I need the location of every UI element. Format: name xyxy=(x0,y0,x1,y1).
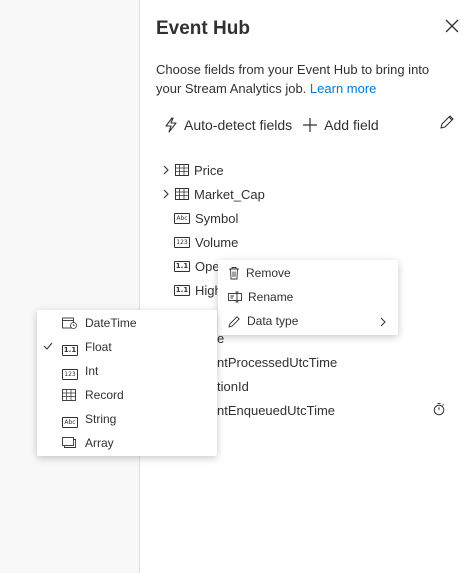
lightning-icon xyxy=(165,117,177,133)
data-type-menu-item[interactable]: Data type xyxy=(228,311,298,331)
field-row-event-enqueued-utc-time[interactable]: ntEnqueuedUtcTime xyxy=(217,400,335,420)
type-label: String xyxy=(85,412,117,426)
type-label: Record xyxy=(85,388,124,402)
field-row-high[interactable]: 1.1 High xyxy=(160,280,222,300)
data-type-submenu: DateTime 1.1 Float 123 Int Record Abc St… xyxy=(37,310,217,456)
learn-more-link[interactable]: Learn more xyxy=(310,81,376,96)
type-option-array[interactable]: Array xyxy=(37,432,217,454)
description-text: Choose fields from your Event Hub to bri… xyxy=(156,62,430,96)
checkmark-icon xyxy=(37,340,59,354)
left-background-pane xyxy=(0,0,139,573)
array-icon xyxy=(62,437,76,448)
panel-description: Choose fields from your Event Hub to bri… xyxy=(156,60,456,98)
trash-icon xyxy=(229,267,239,280)
type-option-record[interactable]: Record xyxy=(37,384,217,406)
type-option-datetime[interactable]: DateTime xyxy=(37,312,217,334)
rename-menu-item[interactable]: Rename xyxy=(228,287,293,307)
field-row-market-cap[interactable]: Market_Cap xyxy=(160,184,265,204)
field-name: ntEnqueuedUtcTime xyxy=(217,402,336,418)
type-label: Array xyxy=(85,436,114,450)
type-label: Int xyxy=(85,364,99,378)
field-name: Price xyxy=(194,162,224,178)
field-name: Symbol xyxy=(195,210,239,226)
field-row-open[interactable]: 1.1 Ope xyxy=(160,256,220,276)
rename-icon xyxy=(228,291,242,303)
auto-detect-fields-button[interactable]: Auto-detect fields xyxy=(164,117,292,133)
edit-pencil-icon[interactable] xyxy=(438,113,456,131)
close-icon[interactable] xyxy=(443,17,461,35)
table-icon xyxy=(175,188,189,200)
field-row-partition-id[interactable]: tionId xyxy=(217,376,249,396)
auto-detect-label: Auto-detect fields xyxy=(184,117,293,133)
field-row-price[interactable]: Price xyxy=(160,160,224,180)
field-name: Ope xyxy=(195,258,220,274)
type-label: DateTime xyxy=(85,316,137,330)
field-row-volume[interactable]: 123 Volume xyxy=(160,232,238,252)
datetime-icon xyxy=(62,317,77,329)
field-row-event-processed-utc-time[interactable]: ntProcessedUtcTime xyxy=(217,352,337,372)
type-option-float[interactable]: 1.1 Float xyxy=(37,336,217,358)
chevron-right-icon[interactable] xyxy=(160,188,172,200)
add-field-label: Add field xyxy=(324,117,379,133)
table-icon xyxy=(175,164,189,176)
timer-icon xyxy=(433,403,445,416)
field-context-menu: Remove Rename Data type xyxy=(218,260,398,335)
add-field-button[interactable]: Add field xyxy=(302,117,379,133)
float-icon: 1.1 xyxy=(62,345,78,356)
field-row-symbol[interactable]: Abc Symbol xyxy=(160,208,238,228)
string-icon: Abc xyxy=(62,417,78,428)
type-option-int[interactable]: 123 Int xyxy=(37,360,217,382)
field-name: Volume xyxy=(195,234,239,250)
pencil-icon xyxy=(228,315,240,328)
chevron-right-icon[interactable] xyxy=(160,164,172,176)
int-icon: 123 xyxy=(62,369,78,380)
panel-title: Event Hub xyxy=(156,18,250,39)
field-name: Market_Cap xyxy=(194,186,265,202)
chevron-right-icon xyxy=(380,317,386,327)
data-type-label: Data type xyxy=(247,314,299,328)
string-icon: Abc xyxy=(174,212,190,224)
int-icon: 123 xyxy=(174,236,190,248)
field-name: tionId xyxy=(217,378,249,394)
table-icon xyxy=(62,389,76,401)
type-label: Float xyxy=(85,340,112,354)
field-toolbar: Auto-detect fields Add field xyxy=(164,114,389,136)
type-option-string[interactable]: Abc String xyxy=(37,408,217,430)
field-name: ntProcessedUtcTime xyxy=(217,354,338,370)
rename-label: Rename xyxy=(248,290,294,304)
plus-icon xyxy=(303,118,318,132)
remove-menu-item[interactable]: Remove xyxy=(228,263,291,283)
remove-label: Remove xyxy=(246,266,291,280)
float-icon: 1.1 xyxy=(174,284,190,296)
float-icon: 1.1 xyxy=(174,260,190,272)
